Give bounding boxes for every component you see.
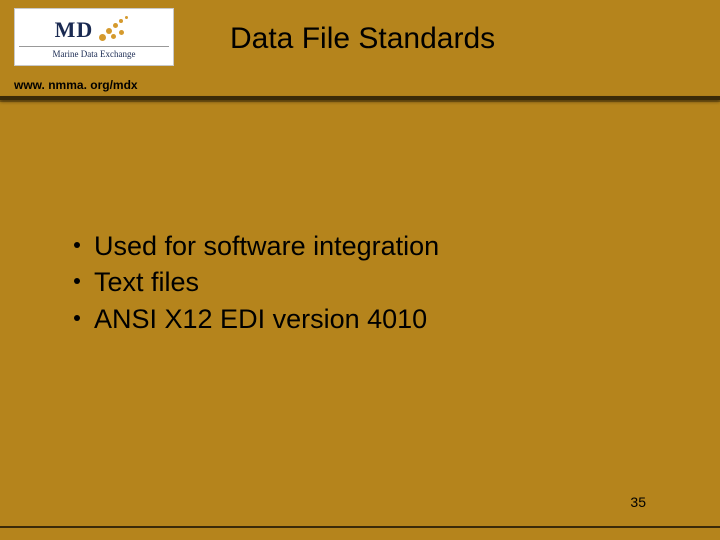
logo-subtitle: Marine Data Exchange [19,46,169,59]
footer-divider [0,526,720,528]
bullet-icon [74,242,80,248]
list-item-text: Text files [94,264,199,300]
header-url: www. nmma. org/mdx [14,78,138,92]
bullet-icon [74,278,80,284]
bullet-list: Used for software integration Text files… [74,228,439,337]
list-item-text: ANSI X12 EDI version 4010 [94,301,427,337]
bullet-icon [74,315,80,321]
page-number: 35 [630,494,646,510]
list-item-text: Used for software integration [94,228,439,264]
logo-text: MD [55,17,94,43]
logo-dots-icon [97,16,133,44]
list-item: ANSI X12 EDI version 4010 [74,301,439,337]
logo: MD Marine Data Exchange [14,8,174,66]
list-item: Used for software integration [74,228,439,264]
header-divider-shadow [0,100,720,102]
logo-top: MD [55,16,134,44]
list-item: Text files [74,264,439,300]
page-title: Data File Standards [230,22,495,56]
slide: MD Marine Data Exchange Data File Standa… [0,0,720,540]
